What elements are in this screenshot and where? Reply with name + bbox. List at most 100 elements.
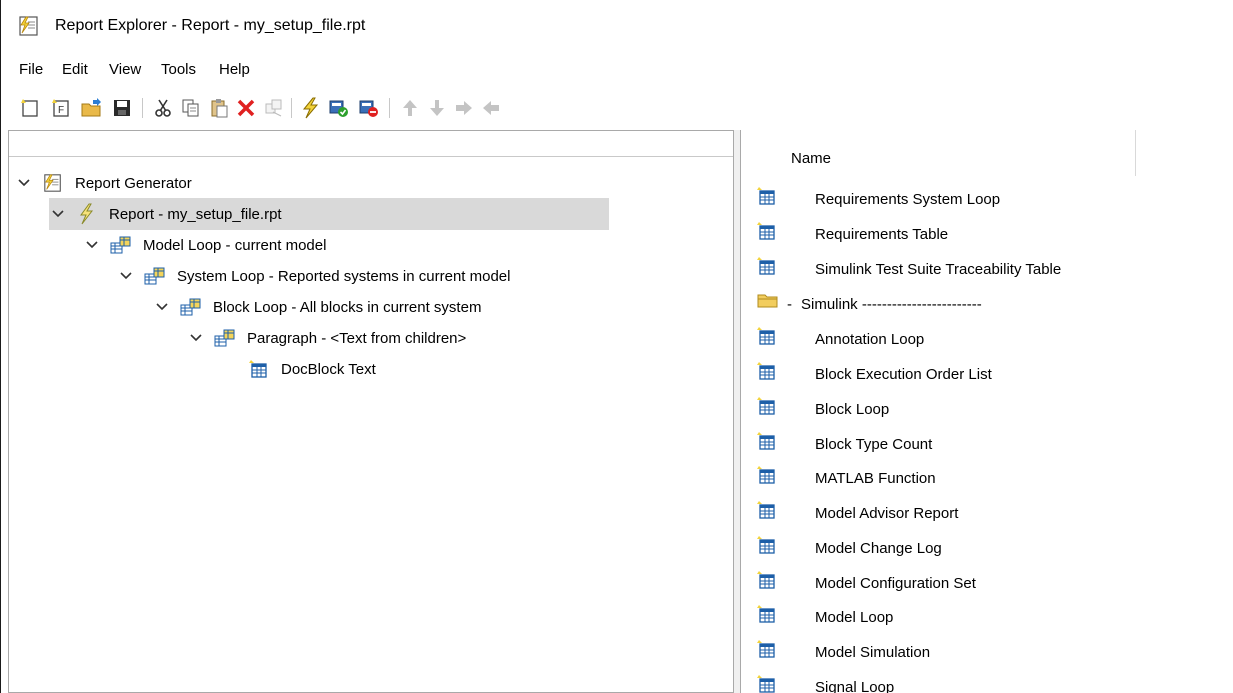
report-generator-icon [18,15,40,41]
component-list-item[interactable]: Simulink Test Suite Traceability Table [741,252,1233,286]
table-component-icon [757,431,777,455]
component-list-item[interactable]: Model Configuration Set [741,566,1233,600]
tree-item-block-loop[interactable]: Block Loop - All blocks in current syste… [155,291,481,323]
tree-item-docblock-text[interactable]: DocBlock Text [247,353,376,385]
tree-item-report-generator[interactable]: Report Generator [17,167,192,199]
menu-file[interactable]: File [19,61,43,78]
component-list-label: Model Configuration Set [815,574,976,592]
component-list-label: Annotation Loop [815,330,925,348]
toolbar-separator [389,98,390,118]
chevron-down-icon[interactable] [51,207,65,221]
move-down-icon[interactable] [425,96,449,120]
column-header-label: Name [791,150,832,167]
table-component-icon [757,221,777,245]
tree-item-label: Report Generator [75,174,192,192]
component-list-label: Model Loop [815,608,894,626]
table-component-icon [757,639,777,663]
tree-item-paragraph[interactable]: Paragraph - <Text from children> [189,322,466,354]
table-component-icon [757,674,777,693]
component-list-item[interactable]: Model Loop [741,600,1233,634]
component-list-item[interactable]: Block Loop [741,392,1233,426]
component-list-label: Requirements System Loop [815,190,1001,208]
menu-view[interactable]: View [109,61,141,78]
component-list-label: Model Advisor Report [815,504,959,522]
tree-item-system-loop[interactable]: System Loop - Reported systems in curren… [119,260,510,292]
move-up-icon[interactable] [398,96,422,120]
menu-help[interactable]: Help [219,61,250,78]
component-list-item[interactable]: Block Type Count [741,427,1233,461]
report-generator-icon [41,171,65,195]
table-component-icon [757,570,777,594]
new-report-icon[interactable] [18,96,42,120]
component-list-item[interactable]: Model Advisor Report [741,496,1233,530]
deactivate-icon[interactable] [357,96,381,120]
component-list-item[interactable]: MATLAB Function [741,461,1233,495]
tree-item-label: DocBlock Text [281,360,376,378]
chevron-down-icon[interactable] [155,300,169,314]
table-component-icon [757,396,777,420]
component-list-item[interactable]: Signal Loop [741,670,1233,693]
component-list-label: Simulink Test Suite Traceability Table [815,260,1062,278]
table-component-icon [247,357,271,381]
component-list-item[interactable]: Model Change Log [741,531,1233,565]
loop-component-icon [213,326,237,350]
menu-tools[interactable]: Tools [161,61,196,78]
chevron-down-icon[interactable] [17,176,31,190]
copy-icon[interactable] [179,96,203,120]
chevron-down-icon[interactable] [119,269,133,283]
component-list-item[interactable]: Annotation Loop [741,322,1233,356]
demote-icon[interactable] [452,96,476,120]
component-list-label: MATLAB Function [815,469,936,487]
component-library-pane: Name Requirements System Loop Requirement… [740,130,1233,693]
toolbar: F [1,92,1233,126]
table-component-icon [757,326,777,350]
window-title: Report Explorer - Report - my_setup_file… [55,17,366,34]
table-component-icon [757,186,777,210]
tree-item-label: Report - my_setup_file.rpt [109,205,282,223]
table-component-icon [757,361,777,385]
new-form-icon[interactable]: F [49,96,73,120]
save-icon[interactable] [110,96,134,120]
component-list-item[interactable]: Requirements Table [741,217,1233,251]
cut-icon[interactable] [151,96,175,120]
table-component-icon [757,500,777,524]
component-list-item[interactable]: Model Simulation [741,635,1233,669]
table-component-icon [757,256,777,280]
component-list-item[interactable]: - Simulink ------------------------ [741,287,1233,321]
open-icon[interactable] [80,96,104,120]
toolbar-separator [291,98,292,118]
svg-text:F: F [58,105,64,116]
component-list-label: Model Change Log [815,539,942,557]
component-list-item[interactable]: Block Execution Order List [741,357,1233,391]
collapse-indicator[interactable]: - [787,296,792,313]
run-report-icon[interactable] [299,96,323,120]
component-list-label: Block Execution Order List [815,365,992,383]
component-list-label: Model Simulation [815,643,931,661]
component-list-label: Block Type Count [815,435,933,453]
loop-component-icon [109,233,133,257]
activate-icon[interactable] [327,96,351,120]
title-bar: Report Explorer - Report - my_setup_file… [1,0,1233,56]
toolbar-separator [142,98,143,118]
component-list-label: Signal Loop [815,678,895,693]
promote-icon[interactable] [479,96,503,120]
tree-item-label: Model Loop - current model [143,236,327,254]
table-component-icon [757,535,777,559]
chevron-down-icon[interactable] [85,238,99,252]
report-explorer-window: Report Explorer - Report - my_setup_file… [0,0,1233,693]
tree-item-report[interactable]: Report - my_setup_file.rpt [49,198,609,230]
name-column-header[interactable]: Name [781,130,1136,176]
tree-item-label: Paragraph - <Text from children> [247,329,467,347]
tree-item-model-loop[interactable]: Model Loop - current model [85,229,326,261]
component-list-item[interactable]: Requirements System Loop [741,182,1233,216]
duplicate-icon[interactable] [262,96,286,120]
chevron-down-icon[interactable] [189,331,203,345]
loop-component-icon [179,295,203,319]
outline-pane-header [9,131,733,157]
folder-icon [757,291,779,313]
tree-item-label: System Loop - Reported systems in curren… [177,267,511,285]
delete-icon[interactable] [234,96,258,120]
table-component-icon [757,604,777,628]
menu-edit[interactable]: Edit [62,61,88,78]
paste-icon[interactable] [207,96,231,120]
